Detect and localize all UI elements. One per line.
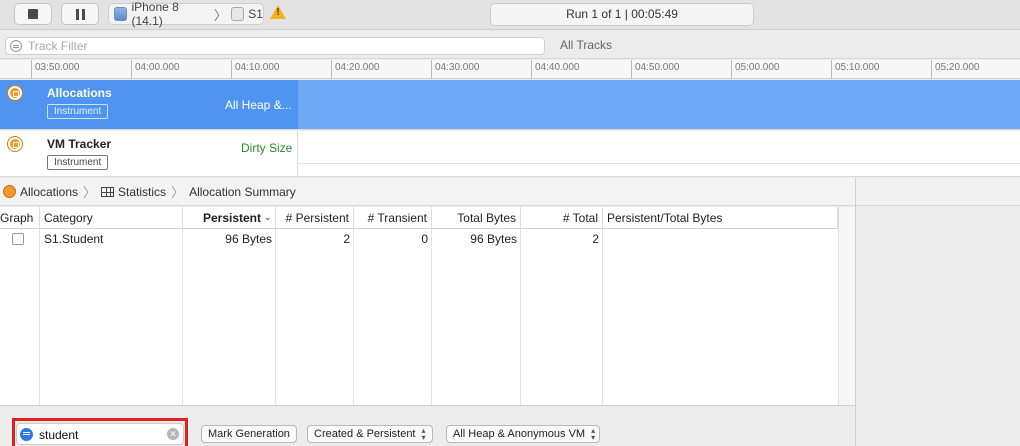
cell-category: S1.Student — [44, 232, 104, 246]
target-name: S1 — [248, 7, 263, 21]
clear-icon[interactable]: ✕ — [167, 428, 179, 440]
allocation-type-popup[interactable]: All Heap & Anonymous VM ▴ ▾ — [446, 425, 600, 443]
cell-persistent: 96 Bytes — [225, 232, 272, 246]
graph-checkbox[interactable] — [12, 233, 24, 245]
track-name: Allocations — [47, 86, 112, 100]
detail-filter-bar: ✕ Mark Generation Created & Persistent▴▾… — [0, 405, 855, 446]
track-vm-tracker[interactable]: VM Tracker Instrument Dirty Size — [0, 131, 1020, 177]
allocation-summary-table: Graph Category Persistent ⌄ # Persistent… — [0, 207, 855, 405]
allocations-icon — [3, 185, 16, 198]
track-name: VM Tracker — [47, 137, 112, 151]
ruler-tick: 05:10.000 — [831, 60, 880, 79]
chevron-right-icon: 〉 — [171, 185, 185, 200]
detail-search-input[interactable] — [39, 426, 159, 443]
cell-num-total: 2 — [592, 232, 599, 246]
target-selector[interactable]: iPhone 8 (14.1) 〉 S1 — [108, 0, 264, 28]
process-icon — [230, 7, 245, 21]
updown-chevron-icon: ▴ ▾ — [421, 426, 426, 443]
chevron-right-icon: 〉 — [213, 7, 227, 23]
pause-button[interactable] — [61, 3, 99, 25]
detail-search-field[interactable]: ✕ — [16, 423, 184, 445]
column-persistent[interactable]: Persistent — [183, 207, 276, 229]
column-persistent-total-bytes[interactable]: Persistent/Total Bytes — [603, 207, 838, 229]
chevron-right-icon: 〉 — [83, 185, 97, 200]
ruler-tick: 03:50.000 — [31, 60, 80, 79]
cell-total-bytes: 96 Bytes — [470, 232, 517, 246]
toolbar: iPhone 8 (14.1) 〉 S1 ! Run 1 of 1 | 00:0… — [0, 0, 1020, 30]
instrument-badge: Instrument — [47, 155, 109, 170]
stop-icon — [28, 9, 38, 19]
device-name: iPhone 8 (14.1) — [131, 0, 179, 28]
run-status[interactable]: Run 1 of 1 | 00:05:49 — [490, 3, 754, 26]
lifespan-popup[interactable]: Created & Persistent ▴ ▾ — [307, 425, 433, 443]
column-num-persistent[interactable]: # Persistent — [276, 207, 354, 229]
track-allocations[interactable]: Allocations Instrument All Heap &... — [0, 80, 1020, 130]
ruler-tick: 04:10.000 — [231, 60, 280, 79]
cell-num-persistent: 2 — [343, 232, 350, 246]
ruler-tick: 04:30.000 — [431, 60, 480, 79]
breadcrumb-item-allocation-summary[interactable]: Allocation Summary — [189, 185, 296, 199]
breadcrumb-item-allocations[interactable]: Allocations — [20, 185, 78, 199]
column-num-total[interactable]: # Total — [521, 207, 603, 229]
stop-button[interactable] — [14, 3, 52, 25]
table-header: Graph Category Persistent ⌄ # Persistent… — [0, 207, 855, 229]
track-detail[interactable]: Dirty Size — [241, 141, 292, 155]
filter-icon — [10, 40, 22, 52]
vm-tracker-instrument-icon — [8, 137, 22, 151]
pause-icon — [75, 8, 85, 20]
table-scrollbar[interactable] — [838, 207, 855, 405]
allocations-instrument-icon — [8, 86, 22, 100]
column-category[interactable]: Category — [40, 207, 183, 229]
ruler-tick: 04:50.000 — [631, 60, 680, 79]
track-filter-bar: Track Filter All Tracks — [0, 31, 1020, 59]
ruler-tick: 04:20.000 — [331, 60, 380, 79]
column-num-transient[interactable]: # Transient — [354, 207, 432, 229]
all-tracks-label[interactable]: All Tracks — [560, 38, 612, 52]
table-row[interactable]: S1.Student 96 Bytes 2 0 96 Bytes 2 — [0, 230, 838, 249]
track-filter-field[interactable]: Track Filter — [5, 37, 545, 55]
cell-persistent-total-bytes — [603, 230, 838, 249]
breadcrumb: Allocations 〉 Statistics 〉 Allocation Su… — [0, 178, 855, 206]
column-total-bytes[interactable]: Total Bytes — [432, 207, 521, 229]
ruler-tick: 05:00.000 — [731, 60, 780, 79]
filter-icon — [20, 428, 33, 441]
column-graph[interactable]: Graph — [0, 207, 40, 229]
device-icon — [114, 7, 128, 21]
track-filter-placeholder: Track Filter — [28, 39, 88, 53]
table-grid-icon — [101, 186, 115, 197]
mark-generation-button[interactable]: Mark Generation — [201, 425, 297, 443]
track-detail[interactable]: All Heap &... — [225, 98, 292, 112]
updown-chevron-icon: ▴ ▾ — [591, 426, 596, 443]
inspector-pane — [855, 178, 1020, 446]
ruler-tick: 05:20.000 — [931, 60, 980, 79]
time-ruler[interactable]: 03:50.000 04:00.000 04:10.000 04:20.000 … — [0, 60, 1020, 79]
cell-num-transient: 0 — [421, 232, 428, 246]
ruler-tick: 04:40.000 — [531, 60, 580, 79]
breadcrumb-item-statistics[interactable]: Statistics — [118, 185, 166, 199]
ruler-tick: 04:00.000 — [131, 60, 180, 79]
instrument-badge: Instrument — [47, 104, 109, 119]
allocations-graph[interactable] — [298, 80, 1020, 129]
sort-descending-icon: ⌄ — [264, 212, 272, 222]
